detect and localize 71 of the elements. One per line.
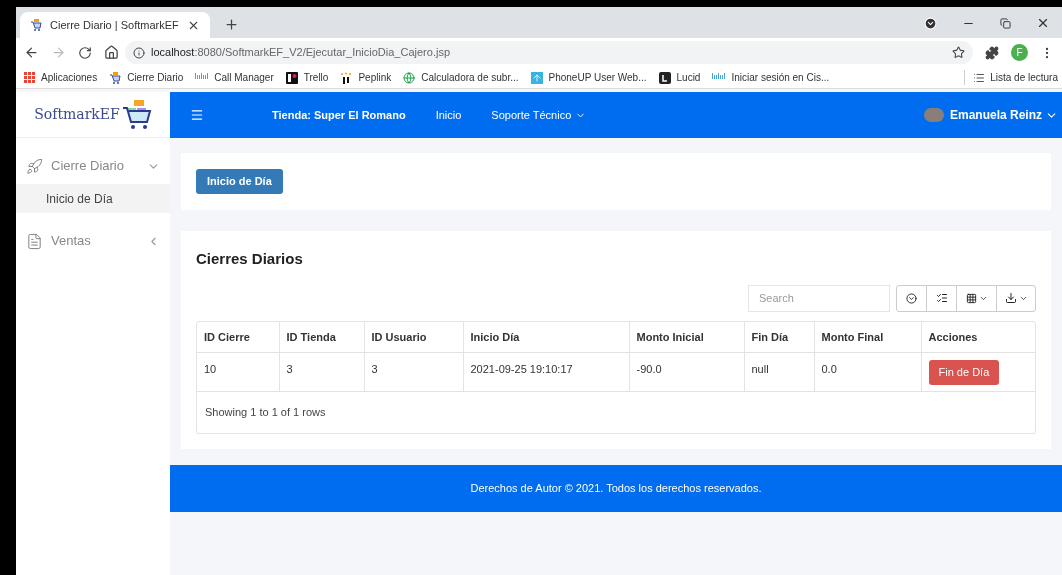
user-menu[interactable]: Emanuela Reinz [949,106,1058,124]
lucid-logo-icon [658,71,671,84]
download-icon [1004,292,1017,304]
list-icon [935,292,948,304]
table-cell: 3 [279,352,364,392]
table-cell: -90.0 [629,352,744,392]
home-icon[interactable] [104,45,119,60]
logo-text: SoftmarkEF [34,105,120,124]
pagination-info: Showing 1 to 1 of 1 rows [205,405,326,421]
restore-icon[interactable] [1000,17,1011,29]
column-header: ID Usuario [364,321,463,353]
grid-icon [965,292,977,304]
arrow-up-icon [530,71,543,84]
globe-icon [403,71,416,84]
search-field[interactable]: Search [748,284,890,312]
browser-tab[interactable]: Cierre Diario | SoftmarkEF [20,12,210,38]
bookmark-star-icon[interactable] [952,46,965,59]
info-icon [133,46,145,59]
bookmark-item[interactable]: PhoneUP User Web... [530,70,647,85]
rocket-icon [26,157,43,175]
sidebar-menu-item[interactable]: Ventas [16,229,170,253]
column-header: Monto Final [814,321,921,353]
new-tab-icon[interactable] [224,17,239,32]
board-logo-icon [285,71,298,84]
shopping-cart-logo-icon [121,97,152,132]
card-title: Cierres Diarios [196,249,304,269]
bars-logo-icon [712,73,726,82]
bookmark-item[interactable]: Lucid [658,70,701,85]
bookmark-item[interactable]: Cierre Diario [109,70,184,85]
toggle-icon [906,292,917,304]
table-cell: 2021-09-25 19:10:17 [463,352,629,392]
extensions-icon[interactable] [985,45,999,60]
bookmark-item[interactable]: Iniciar sesión en Cis... [712,70,830,85]
back-icon[interactable] [24,45,39,60]
bookmark-item[interactable]: Call Manager [195,70,274,85]
bars-logo-icon [195,73,209,82]
tab-search-icon[interactable] [924,16,937,30]
table-cell: null [744,352,814,392]
reading-list-button[interactable]: Lista de lectura [964,70,1058,85]
column-header: Inicio Día [463,321,629,353]
column-header: Acciones [921,321,1035,353]
table-cell: 10 [197,352,279,392]
cart-icon [109,71,122,84]
column-header: ID Tienda [279,321,364,353]
bookmark-item[interactable]: Trello [285,70,329,85]
address-bar[interactable]: localhost:8080/SoftmarkEF_V2/Ejecutar_InicioDia_Cajero.jsp [125,41,973,64]
column-header: Fin Día [744,321,814,353]
list-icon [973,71,986,84]
footer-text: Derechos de Autor © 2021. Todos los derechos reservados. [470,481,762,497]
dots-logo-icon [340,71,353,84]
nav-link[interactable]: Soporte Técnico [491,106,587,124]
reload-icon[interactable] [78,45,92,60]
start-day-button[interactable]: Inicio de Día [196,169,283,194]
sidebar-menu-item[interactable]: Cierre Diario [16,154,170,178]
apps-grid-icon [24,72,35,83]
document-icon [26,232,43,250]
column-header: Monto Inicial [629,321,744,353]
table-cell: 0.0 [814,352,921,392]
bookmark-item[interactable]: Aplicaciones [24,70,98,85]
column-header: ID Cierre [197,321,279,353]
tab-title: Cierre Diario | SoftmarkEF [50,17,179,33]
bookmark-item[interactable]: Peplink [340,70,392,85]
close-window-icon[interactable] [1036,16,1050,30]
cart-icon [30,19,42,31]
bookmark-item[interactable]: Calculadora de subr... [403,70,519,85]
store-label: Tienda: Super El Romano [272,107,406,123]
end-day-button[interactable]: Fin de Día [928,360,1000,385]
nav-link[interactable]: Inicio [435,106,462,124]
sidebar-submenu-item[interactable]: Inicio de Día [16,184,170,213]
url-text: localhost:8080/SoftmarkEF_V2/Ejecutar_InicioDia_Cajero.jsp [151,45,450,61]
table-cell: 3 [364,352,463,392]
